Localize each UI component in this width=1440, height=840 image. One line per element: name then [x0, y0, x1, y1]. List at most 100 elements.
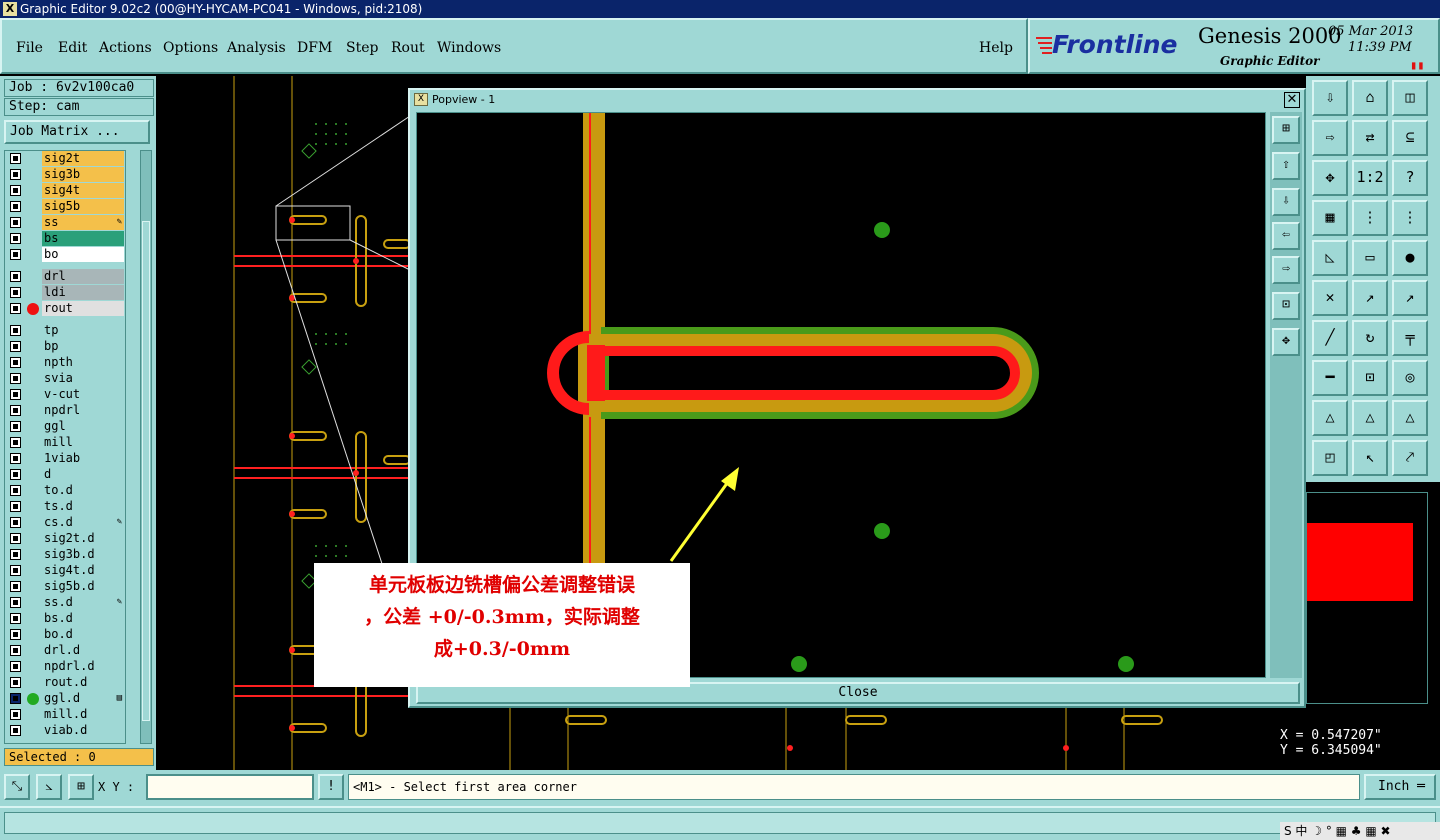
- layer-row[interactable]: sig4t: [5, 183, 125, 198]
- layer-row[interactable]: bs: [5, 231, 125, 246]
- xy-input[interactable]: [146, 774, 314, 800]
- fill-icon[interactable]: ●: [1392, 240, 1428, 276]
- layer-row[interactable]: ts.d: [5, 499, 125, 514]
- scrollbar-thumb[interactable]: [142, 221, 150, 721]
- layer-row[interactable]: to.d: [5, 483, 125, 498]
- job-matrix-button[interactable]: Job Matrix ...: [4, 120, 150, 144]
- zoom-out-icon[interactable]: ⇩: [1312, 80, 1348, 116]
- close-icon[interactable]: ✕: [1284, 92, 1300, 108]
- query-icon[interactable]: ?: [1392, 160, 1428, 196]
- pan-right-icon[interactable]: ⇨: [1272, 256, 1300, 284]
- scale-icon[interactable]: 1:2: [1352, 160, 1388, 196]
- layer-stack-icon[interactable]: ⋮: [1352, 200, 1388, 236]
- layer-checkbox[interactable]: [10, 357, 21, 368]
- layer-checkbox[interactable]: [10, 453, 21, 464]
- vector-alt-icon[interactable]: ↗: [1392, 280, 1428, 316]
- pan-left-icon[interactable]: ⇦: [1272, 222, 1300, 250]
- layer-checkbox[interactable]: [10, 201, 21, 212]
- split-icon[interactable]: ╤: [1392, 320, 1428, 356]
- slope-icon[interactable]: ◺: [1312, 240, 1348, 276]
- layer-checkbox[interactable]: [10, 501, 21, 512]
- pointer-icon[interactable]: ↖: [1352, 440, 1388, 476]
- layer-row[interactable]: sig2t.d: [5, 531, 125, 546]
- layer-checkbox[interactable]: [10, 249, 21, 260]
- snap-icon[interactable]: ⤡: [4, 774, 30, 800]
- layer-row[interactable]: d: [5, 467, 125, 482]
- layer-checkbox[interactable]: [10, 469, 21, 480]
- layer-list-scrollbar[interactable]: [140, 150, 152, 744]
- layer-row[interactable]: viab.d: [5, 723, 125, 738]
- move-icon[interactable]: ✥: [1312, 160, 1348, 196]
- grid-icon[interactable]: ⊞: [68, 774, 94, 800]
- layer-row[interactable]: bo: [5, 247, 125, 262]
- menu-edit[interactable]: Edit: [58, 40, 87, 56]
- layer-row[interactable]: svia: [5, 371, 125, 386]
- menu-actions[interactable]: Actions: [99, 40, 152, 56]
- layer-checkbox[interactable]: [10, 169, 21, 180]
- layer-checkbox[interactable]: [10, 581, 21, 592]
- pause-icon[interactable]: ▮▮: [1410, 58, 1424, 72]
- layer-row[interactable]: sig5b.d: [5, 579, 125, 594]
- menu-file[interactable]: File: [16, 40, 43, 56]
- layer-row[interactable]: tp: [5, 323, 125, 338]
- layer-checkbox[interactable]: [10, 185, 21, 196]
- menu-options[interactable]: Options: [163, 40, 218, 56]
- layer-checkbox[interactable]: [10, 325, 21, 336]
- layer-checkbox[interactable]: [10, 677, 21, 688]
- layer-checkbox[interactable]: [10, 233, 21, 244]
- layer-row[interactable]: rout.d: [5, 675, 125, 690]
- zoom-window-icon[interactable]: ⊞: [1272, 116, 1300, 144]
- layer-row[interactable]: ggl.d ▤: [5, 691, 125, 706]
- measure-icon[interactable]: ⦣: [36, 774, 62, 800]
- layer-checkbox[interactable]: [10, 613, 21, 624]
- layer-checkbox[interactable]: [10, 153, 21, 164]
- layer-checkbox[interactable]: [10, 485, 21, 496]
- layer-row[interactable]: npth: [5, 355, 125, 370]
- layer-checkbox[interactable]: [10, 565, 21, 576]
- line-icon[interactable]: ╱: [1312, 320, 1348, 356]
- triangle-alt-icon[interactable]: △: [1352, 400, 1388, 436]
- frame-icon[interactable]: ◰: [1312, 440, 1348, 476]
- alert-icon[interactable]: !: [318, 774, 344, 800]
- layer-row[interactable]: mill: [5, 435, 125, 450]
- menu-rout[interactable]: Rout: [391, 40, 425, 56]
- layer-row[interactable]: ss ✎: [5, 215, 125, 230]
- layer-row[interactable]: npdrl.d: [5, 659, 125, 674]
- layer-checkbox[interactable]: [10, 725, 21, 736]
- layer-row[interactable]: 1viab: [5, 451, 125, 466]
- menu-dfm[interactable]: DFM: [297, 40, 332, 56]
- layer-checkbox[interactable]: [10, 303, 21, 314]
- layer-checkbox[interactable]: [10, 271, 21, 282]
- layer-row[interactable]: sig4t.d: [5, 563, 125, 578]
- swap-icon[interactable]: ⇄: [1352, 120, 1388, 156]
- ruler-icon[interactable]: ▭: [1352, 240, 1388, 276]
- layer-checkbox[interactable]: [10, 597, 21, 608]
- layer-row[interactable]: ggl: [5, 419, 125, 434]
- menu-help[interactable]: Help: [979, 40, 1013, 56]
- layer-checkbox[interactable]: [10, 437, 21, 448]
- layer-checkbox[interactable]: [10, 287, 21, 298]
- center-view-icon[interactable]: ✥: [1272, 328, 1300, 356]
- layer-row[interactable]: ss.d ✎: [5, 595, 125, 610]
- fit-view-icon[interactable]: ⊡: [1272, 292, 1300, 320]
- menu-analysis[interactable]: Analysis: [227, 40, 286, 56]
- layer-row[interactable]: v-cut: [5, 387, 125, 402]
- layer-checkbox[interactable]: [10, 389, 21, 400]
- layer-row[interactable]: npdrl: [5, 403, 125, 418]
- layer-row[interactable]: bo.d: [5, 627, 125, 642]
- pan-icon[interactable]: ⇨: [1312, 120, 1348, 156]
- layer-checkbox[interactable]: [10, 709, 21, 720]
- layer-checkbox[interactable]: [10, 549, 21, 560]
- menu-windows[interactable]: Windows: [437, 40, 501, 56]
- layer-checkbox[interactable]: [10, 645, 21, 656]
- layer-checkbox[interactable]: [10, 533, 21, 544]
- zoom-out-icon[interactable]: ⇩: [1272, 188, 1300, 216]
- hline-icon[interactable]: ━: [1312, 360, 1348, 396]
- home-icon[interactable]: ⌂: [1352, 80, 1388, 116]
- layer-row[interactable]: sig3b.d: [5, 547, 125, 562]
- layer-row[interactable]: bs.d: [5, 611, 125, 626]
- connect-icon[interactable]: ⤤: [1392, 440, 1428, 476]
- layer-checkbox[interactable]: [10, 217, 21, 228]
- layer-row[interactable]: sig3b: [5, 167, 125, 182]
- layer-checkbox[interactable]: [10, 373, 21, 384]
